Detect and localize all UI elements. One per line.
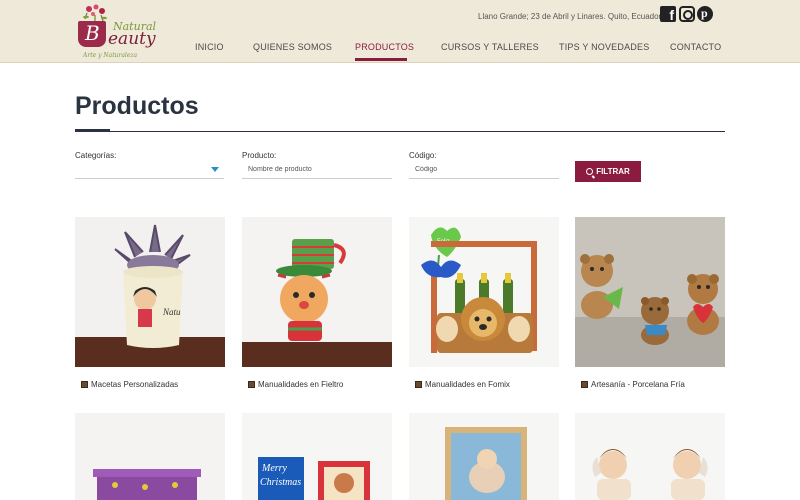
chevron-down-icon [211, 167, 219, 172]
svg-text:Christmas: Christmas [260, 477, 301, 488]
logo-tagline: Arte y Naturaleza [83, 52, 138, 59]
categorias-select[interactable] [75, 161, 224, 179]
box-icon [248, 381, 255, 388]
logo-beauty-text: eauty [108, 29, 156, 49]
nav-contacto[interactable]: CONTACTO [670, 42, 721, 52]
nav-inicio[interactable]: INICIO [195, 42, 224, 52]
product-label-fomix[interactable]: Manualidades en Fomix [415, 380, 510, 389]
product-image-fieltro[interactable] [242, 217, 392, 367]
product-label-fieltro[interactable]: Manualidades en Fieltro [248, 380, 343, 389]
product-label-porcelana[interactable]: Artesanía - Porcelana Fría [581, 380, 685, 389]
header-address: Llano Grande; 23 de Abril y Linares. Qui… [478, 12, 664, 21]
page-title: Productos [75, 92, 199, 120]
product-image-row2-2[interactable]: Merry Christmas [242, 413, 392, 500]
product-image-row2-1[interactable] [75, 413, 225, 500]
svg-text:Natu: Natu [162, 307, 181, 317]
product-name: Artesanía - Porcelana Fría [591, 380, 685, 389]
box-icon [415, 381, 422, 388]
product-image-macetas[interactable]: Natu [75, 217, 225, 367]
box-icon [81, 381, 88, 388]
product-name: Manualidades en Fieltro [258, 380, 344, 389]
product-name: Macetas Personalizadas [91, 380, 179, 389]
producto-label: Producto: [242, 151, 277, 160]
nav-tips-y-novedades[interactable]: TIPS Y NOVEDADES [559, 42, 649, 52]
filtrar-label: FILTRAR [596, 167, 630, 176]
product-image-porcelana[interactable] [575, 217, 725, 367]
logo-initial: B [85, 21, 100, 45]
logo[interactable]: B Natural eauty Arte y Naturaleza [75, 3, 156, 61]
svg-text:Merry: Merry [261, 463, 288, 474]
nav-quienes-somos[interactable]: QUIENES SOMOS [253, 42, 332, 52]
codigo-input[interactable] [409, 161, 559, 179]
search-icon [586, 168, 594, 175]
product-label-macetas[interactable]: Macetas Personalizadas [81, 380, 178, 389]
categorias-label: Categorías: [75, 151, 117, 160]
product-image-row2-3[interactable] [409, 413, 559, 500]
product-image-row2-4[interactable] [575, 413, 725, 500]
facebook-icon[interactable]: f [660, 6, 676, 23]
nav-productos[interactable]: PRODUCTOS [355, 42, 414, 52]
title-divider [75, 131, 725, 132]
nav-active-indicator [355, 58, 407, 61]
box-icon [581, 381, 588, 388]
product-image-fomix[interactable]: Feliz [409, 217, 559, 367]
product-name: Manualidades en Fomix [425, 380, 510, 389]
filtrar-button[interactable]: FILTRAR [575, 161, 641, 182]
producto-input[interactable] [242, 161, 392, 179]
pinterest-icon[interactable]: p [697, 6, 713, 22]
site-header: B Natural eauty Arte y Naturaleza Llano … [0, 0, 800, 63]
nav-cursos-y-talleres[interactable]: CURSOS Y TALLERES [441, 42, 539, 52]
codigo-label: Código: [409, 151, 437, 160]
logo-pot: B [78, 21, 106, 47]
instagram-icon[interactable] [679, 6, 695, 22]
title-accent [75, 129, 110, 132]
